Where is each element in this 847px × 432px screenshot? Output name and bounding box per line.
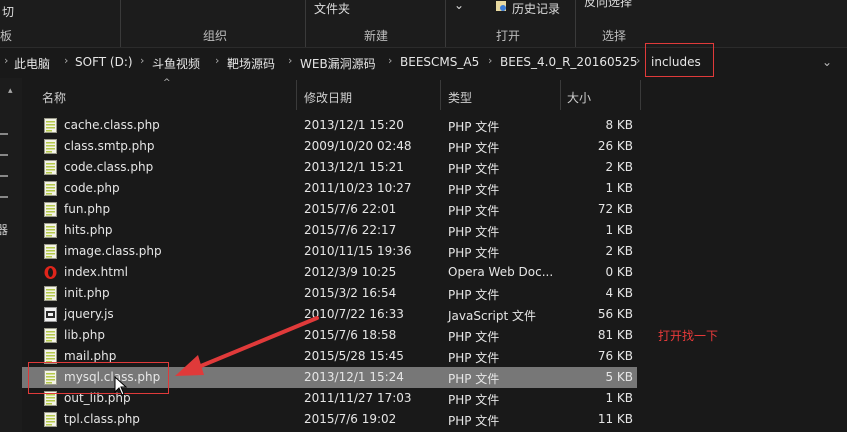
mouse-cursor-icon xyxy=(114,376,128,396)
red-arrow-annotation xyxy=(175,316,319,376)
